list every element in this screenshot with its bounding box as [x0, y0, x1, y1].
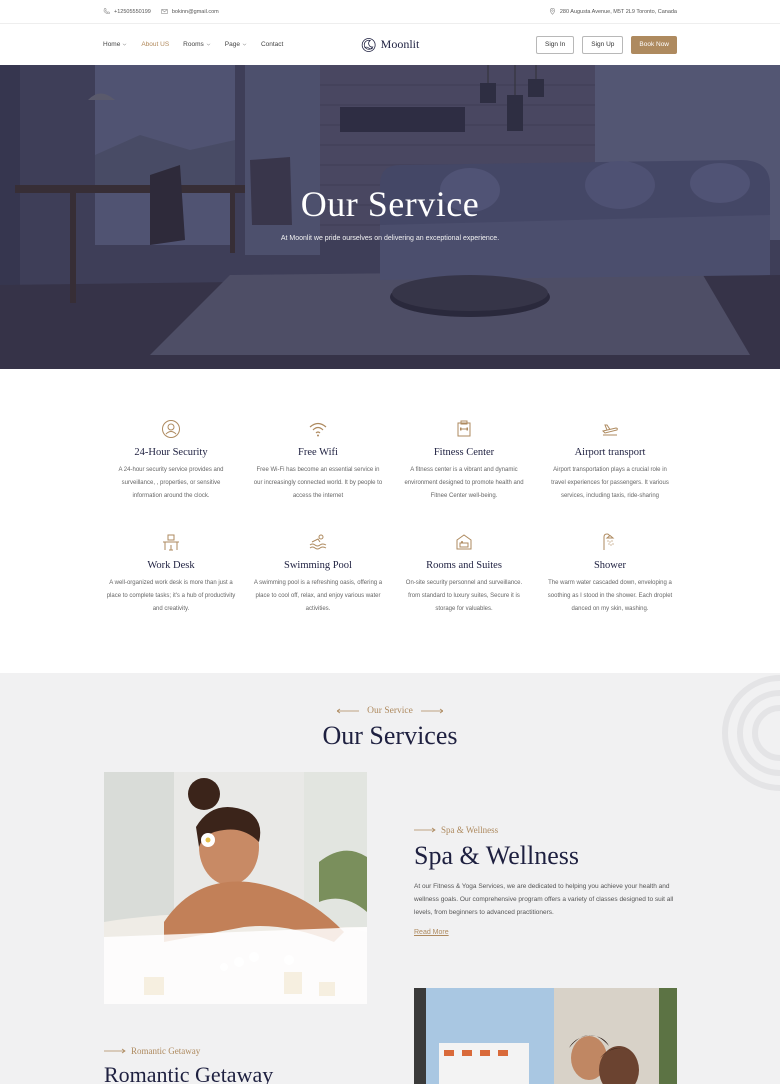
- email-address: bokinn@gmail.com: [171, 8, 219, 15]
- romantic-title: Romantic Getaway: [104, 1062, 274, 1084]
- nav-item-page[interactable]: Page: [225, 41, 247, 48]
- romantic-content: Romantic Getaway Romantic Getaway: [104, 1046, 273, 1084]
- feature-title: Work Desk: [147, 560, 195, 571]
- read-more-link[interactable]: Read More: [414, 929, 449, 936]
- feature-title: Free Wifi: [298, 447, 338, 458]
- spa-image: [104, 772, 367, 1004]
- romantic-eyebrow-text: Romantic Getaway: [131, 1046, 201, 1056]
- fitness-icon: [457, 420, 471, 437]
- nav-item-label: Page: [224, 41, 240, 48]
- address-text: 280 Augusta Avenue, M5T 2L9 Toronto, Can…: [559, 8, 677, 15]
- section-title: Our Services: [322, 721, 458, 750]
- arrow-right-decor-icon: [414, 827, 436, 833]
- logo-text: Moonlit: [380, 37, 420, 51]
- feature-desc: Airport transportation plays a crucial r…: [551, 467, 669, 499]
- shower-icon: [603, 533, 615, 550]
- feature-title: Fitness Center: [433, 447, 495, 458]
- wifi-icon: [309, 422, 327, 437]
- feature-card-fitness: Fitness Center A fitness center is a vib…: [399, 419, 529, 503]
- email-contact[interactable]: bokinn@gmail.com: [161, 8, 219, 15]
- spa-title: Spa & Wellness: [414, 841, 579, 870]
- romantic-eyebrow: Romantic Getaway: [104, 1046, 273, 1056]
- main-nav: Home About US Rooms Page Contact Moonlit…: [0, 24, 780, 65]
- phone-icon: [103, 8, 110, 15]
- hero-title: Our Service: [300, 184, 480, 224]
- top-bar: +12505550199 bokinn@gmail.com 280 August…: [0, 0, 780, 24]
- nav-item-label: Home: [103, 41, 121, 48]
- site-logo[interactable]: Moonlit: [361, 37, 420, 53]
- nav-item-rooms[interactable]: Rooms: [183, 41, 211, 48]
- spa-content: Spa & Wellness Spa & Wellness At our Fit…: [414, 825, 679, 939]
- feature-desc: Free Wi-Fi has become an essential servi…: [253, 467, 383, 499]
- moon-logo-icon: [361, 37, 376, 52]
- romantic-image: [414, 988, 677, 1084]
- hero-banner: Our Service At Moonlit we pride ourselve…: [0, 65, 780, 369]
- sign-up-button[interactable]: Sign Up: [582, 35, 624, 54]
- pool-icon: [309, 534, 327, 550]
- feature-desc: A 24-hour security service provides and …: [118, 467, 224, 499]
- plane-icon: [602, 424, 618, 436]
- feature-card-pool: Swimming Pool A swimming pool is a refre…: [253, 532, 383, 616]
- spa-eyebrow: Spa & Wellness: [414, 825, 679, 835]
- nav-menu: Home About US Rooms Page Contact: [103, 41, 283, 48]
- feature-title: Airport transport: [574, 447, 646, 458]
- spa-description: At our Fitness & Yoga Services, we are d…: [414, 883, 674, 916]
- desk-icon: [163, 534, 179, 551]
- arrow-right-decor-icon: [420, 708, 443, 714]
- nav-item-about[interactable]: About US: [141, 41, 169, 48]
- feature-desc: On-site security personnel and surveilla…: [405, 580, 523, 612]
- feature-desc: A swimming pool is a refreshing oasis, o…: [253, 580, 383, 612]
- phone-contact[interactable]: +12505550199: [103, 8, 151, 15]
- sign-in-button[interactable]: Sign In: [536, 35, 575, 54]
- section-eyebrow-text: Our Service: [367, 706, 413, 716]
- feature-desc: A well-organized work desk is more than …: [106, 580, 236, 612]
- romantic-photo: [414, 988, 677, 1084]
- spa-photo: [104, 772, 367, 1004]
- book-now-button[interactable]: Book Now: [631, 35, 677, 54]
- spa-eyebrow-text: Spa & Wellness: [441, 825, 499, 835]
- features-grid: 24-Hour Security A 24-hour security serv…: [0, 369, 780, 673]
- nav-item-contact[interactable]: Contact: [261, 41, 283, 48]
- services-section: Our Service Our Services Spa & Wellness …: [0, 673, 780, 1084]
- security-icon: [162, 420, 180, 438]
- nav-item-label: About US: [141, 41, 170, 48]
- feature-title: Shower: [593, 560, 627, 571]
- location-pin-icon: [549, 8, 555, 15]
- feature-title: Swimming Pool: [284, 560, 352, 571]
- chevron-down-icon: [206, 43, 210, 46]
- arrow-right-decor-icon: [104, 1048, 126, 1054]
- feature-card-rooms: Rooms and Suites On-site security person…: [399, 532, 529, 616]
- hero-subtitle: At Moonlit we pride ourselves on deliver…: [280, 235, 500, 242]
- phone-number: +12505550199: [114, 8, 151, 15]
- feature-card-shower: Shower The warm water cascaded down, env…: [545, 532, 675, 616]
- feature-card-security: 24-Hour Security A 24-hour security serv…: [106, 419, 236, 503]
- feature-card-airport: Airport transport Airport transportation…: [545, 419, 675, 503]
- nav-item-label: Contact: [260, 41, 284, 48]
- feature-title: 24-Hour Security: [134, 447, 208, 458]
- chevron-down-icon: [242, 43, 247, 46]
- nav-item-label: Rooms: [183, 41, 204, 48]
- chevron-down-icon: [123, 43, 127, 46]
- arrow-left-decor-icon: [337, 708, 360, 714]
- section-eyebrow: Our Service: [0, 706, 780, 716]
- nav-item-home[interactable]: Home: [103, 41, 127, 48]
- nav-actions: Sign In Sign Up Book Now: [536, 35, 677, 54]
- feature-desc: The warm water cascaded down, enveloping…: [547, 580, 673, 612]
- address-contact: 280 Augusta Avenue, M5T 2L9 Toronto, Can…: [549, 8, 677, 15]
- feature-card-wifi: Free Wifi Free Wi-Fi has become an essen…: [253, 419, 383, 503]
- feature-title: Rooms and Suites: [426, 560, 502, 571]
- feature-desc: A fitness center is a vibrant and dynami…: [404, 467, 524, 499]
- bed-icon: [456, 534, 472, 550]
- mail-icon: [161, 9, 168, 14]
- feature-card-desk: Work Desk A well-organized work desk is …: [106, 532, 236, 616]
